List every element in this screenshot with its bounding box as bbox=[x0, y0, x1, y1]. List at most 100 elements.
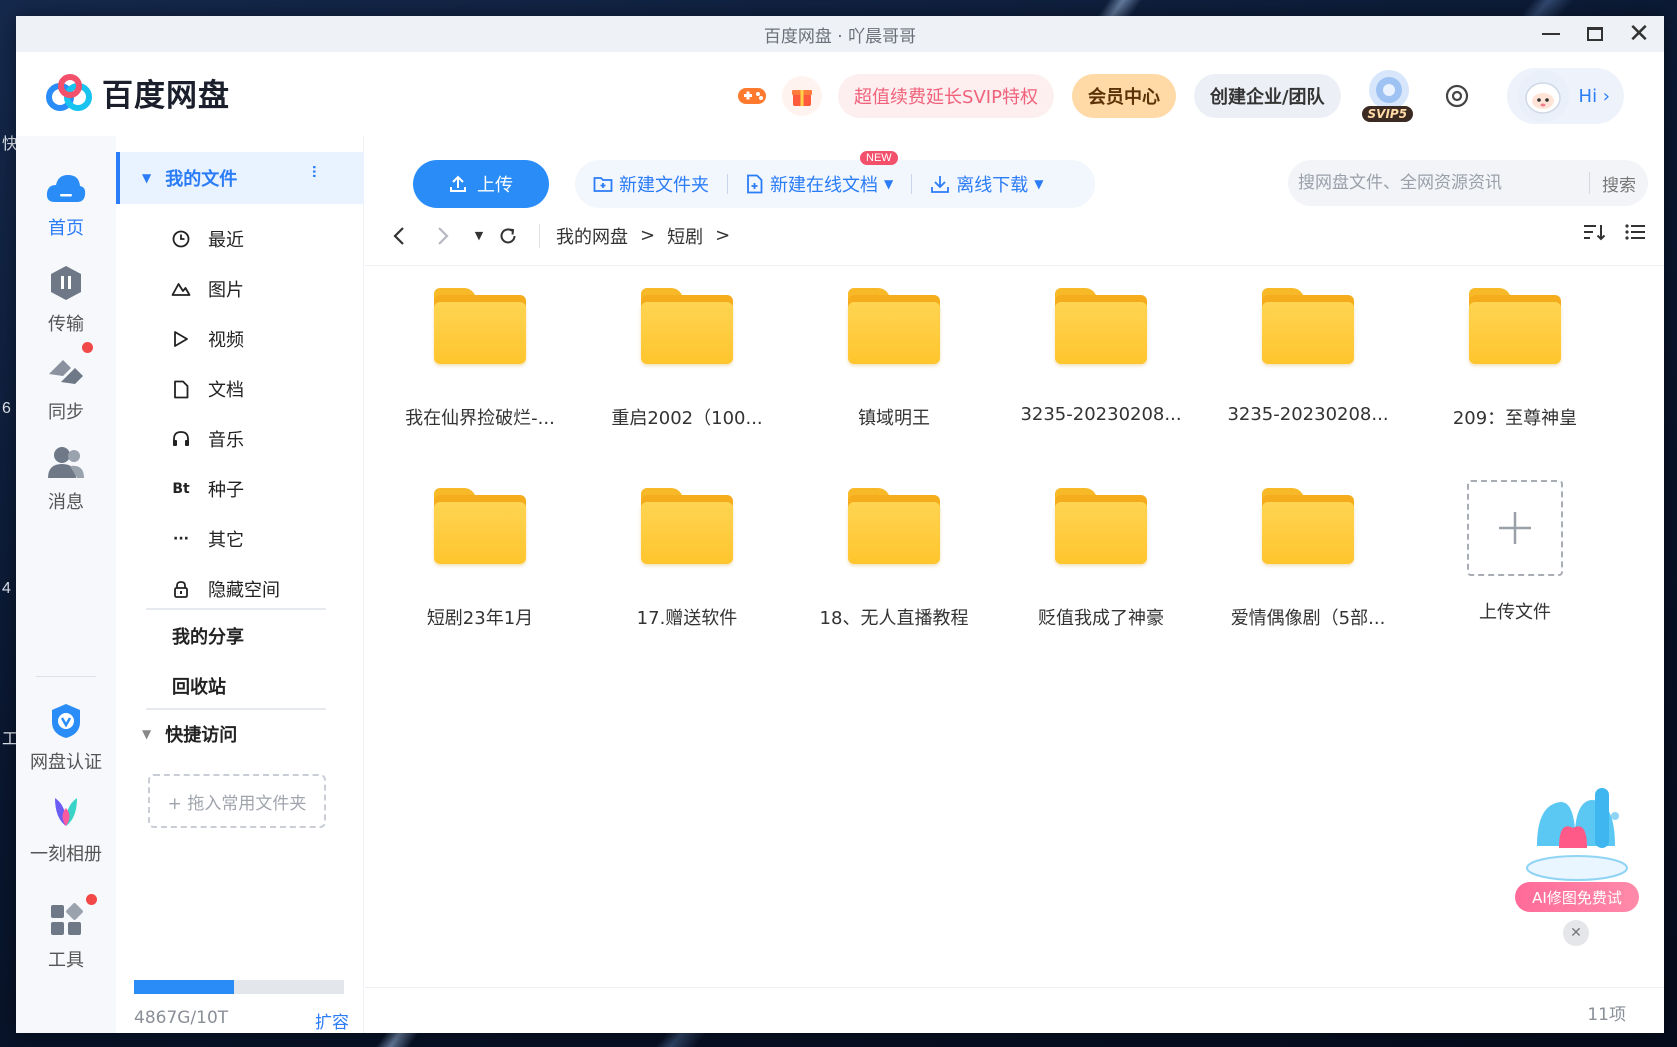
list-view-button[interactable] bbox=[1624, 222, 1646, 242]
gamepad-icon bbox=[738, 88, 767, 104]
search-input[interactable] bbox=[1288, 173, 1589, 193]
toolbar: 上传 新建文件夹 新建在线文档 ▼ NEW 离线下载 ▼ 搜网盘文件、全网资源资… bbox=[365, 136, 1664, 208]
folder-item[interactable]: 短剧23年1月 bbox=[395, 486, 565, 656]
upload-file-tile[interactable]: 上传文件 bbox=[1430, 480, 1600, 656]
nav-label-album: 一刻相册 bbox=[30, 844, 102, 865]
maximize-icon bbox=[1587, 27, 1603, 41]
nav-item-album[interactable]: 一刻相册 bbox=[16, 794, 116, 866]
folder-icon bbox=[434, 288, 526, 370]
minimize-button[interactable] bbox=[1540, 23, 1562, 45]
gift-button[interactable] bbox=[782, 76, 823, 116]
folder-icon bbox=[848, 288, 940, 370]
folder-item[interactable]: 3235-20230208... bbox=[1223, 286, 1393, 456]
headphones-icon bbox=[170, 430, 192, 448]
sidebar-item-recycle-bin[interactable]: 回收站 bbox=[172, 673, 226, 699]
file-actions: 新建文件夹 新建在线文档 ▼ NEW 离线下载 ▼ bbox=[575, 151, 1095, 208]
folder-item[interactable]: 18、无人直播教程 bbox=[809, 486, 979, 656]
caret-down-icon: ▼ bbox=[142, 727, 152, 741]
nav-item-message[interactable]: 消息 bbox=[16, 444, 116, 514]
ai-mascot-icon[interactable] bbox=[1515, 776, 1639, 886]
settings-button[interactable] bbox=[1437, 76, 1477, 116]
close-button[interactable]: ✕ bbox=[1628, 21, 1650, 47]
list-view-icon bbox=[1625, 224, 1645, 240]
svip-renew-promo-button[interactable]: 超值续费延长SVIP特权 bbox=[838, 74, 1054, 118]
vip-center-button[interactable]: 会员中心 bbox=[1071, 74, 1176, 118]
nav-item-verify[interactable]: 网盘认证 bbox=[16, 702, 116, 774]
forward-button[interactable] bbox=[431, 221, 455, 251]
sort-icon bbox=[1584, 225, 1606, 241]
search-button[interactable]: 搜索 bbox=[1590, 171, 1648, 196]
upload-button[interactable]: 上传 bbox=[413, 160, 549, 208]
minimize-icon bbox=[1542, 33, 1560, 35]
game-button[interactable] bbox=[732, 76, 772, 116]
sort-button[interactable] bbox=[1582, 222, 1606, 242]
back-button[interactable] bbox=[387, 221, 411, 251]
folder-item[interactable]: 贬值我成了神豪 bbox=[1016, 486, 1186, 656]
nav-item-home[interactable]: 首页 bbox=[16, 172, 116, 240]
nav-item-sync[interactable]: 同步 bbox=[16, 342, 116, 424]
folder-item[interactable]: 17.赠送软件 bbox=[602, 486, 772, 656]
breadcrumb-separator[interactable]: > bbox=[715, 225, 730, 246]
user-profile-button[interactable]: Hi › bbox=[1506, 68, 1624, 124]
verify-icon bbox=[52, 704, 80, 738]
folder-icon bbox=[641, 488, 733, 570]
sidebar-item-recent[interactable]: 最近 bbox=[116, 216, 364, 262]
ai-widget-close-button[interactable]: ✕ bbox=[1563, 920, 1589, 946]
new-online-doc-button[interactable]: 新建在线文档 ▼ NEW bbox=[728, 151, 911, 197]
offline-download-button[interactable]: 离线下载 ▼ bbox=[912, 171, 1061, 197]
sidebar-item-my-share[interactable]: 我的分享 bbox=[172, 623, 244, 649]
folder-icon bbox=[1262, 288, 1354, 370]
breadcrumb-current[interactable]: 短剧 bbox=[667, 223, 703, 249]
maximize-button[interactable] bbox=[1584, 23, 1606, 45]
new-folder-button[interactable]: 新建文件夹 bbox=[575, 171, 727, 197]
folder-icon bbox=[1055, 288, 1147, 370]
nav-label-sync: 同步 bbox=[48, 402, 84, 423]
nav-divider bbox=[36, 676, 96, 677]
folder-item[interactable]: 209：至尊神皇 bbox=[1430, 286, 1600, 456]
sidebar-item-hidden-space[interactable]: 隐藏空间 bbox=[116, 566, 364, 612]
ai-retouch-button[interactable]: AI修图免费试 bbox=[1515, 882, 1639, 912]
nav-item-transfer[interactable]: 传输 bbox=[16, 264, 116, 336]
caret-down-icon: ▼ bbox=[1034, 177, 1044, 191]
folder-name: 镇域明王 bbox=[858, 408, 930, 429]
sidebar-item-music[interactable]: 音乐 bbox=[116, 416, 364, 462]
sidebar-item-other[interactable]: ··· 其它 bbox=[116, 516, 364, 562]
title-bar: 百度网盘 · 吖晨哥哥 ✕ bbox=[16, 16, 1664, 52]
upload-label: 上传 bbox=[477, 175, 513, 196]
sidebar-item-my-files[interactable]: ▼ 我的文件 ··· bbox=[116, 152, 364, 204]
history-dropdown-button[interactable]: ▼ bbox=[469, 221, 489, 251]
folder-icon bbox=[848, 488, 940, 570]
nav-item-tools[interactable]: 工具 bbox=[16, 894, 116, 972]
folder-item[interactable]: 镇域明王 bbox=[809, 286, 979, 456]
image-icon bbox=[170, 281, 192, 297]
sidebar-item-videos[interactable]: 视频 bbox=[116, 316, 364, 362]
quick-access-dropzone[interactable]: + 拖入常用文件夹 bbox=[148, 774, 326, 828]
bt-icon: Bt bbox=[172, 481, 190, 497]
my-files-label: 我的文件 bbox=[165, 169, 238, 190]
more-dots-icon: ··· bbox=[173, 531, 189, 547]
folder-item[interactable]: 我在仙界捡破烂-... bbox=[395, 286, 565, 456]
sidebar-item-torrents[interactable]: Bt 种子 bbox=[116, 466, 364, 512]
logo[interactable]: 百度网盘 bbox=[44, 70, 230, 115]
album-icon bbox=[55, 798, 77, 826]
close-icon: ✕ bbox=[1570, 925, 1582, 941]
sidebar-item-label: 音乐 bbox=[208, 430, 244, 451]
sidebar-divider bbox=[146, 608, 326, 610]
sidebar-item-docs[interactable]: 文档 bbox=[116, 366, 364, 412]
expand-storage-link[interactable]: 扩容 bbox=[315, 1008, 349, 1033]
folder-name: 17.赠送软件 bbox=[636, 608, 738, 629]
quick-access-header[interactable]: ▼ 快捷访问 bbox=[142, 721, 237, 747]
play-icon bbox=[170, 330, 192, 348]
refresh-button[interactable] bbox=[495, 221, 521, 251]
folder-item[interactable]: 重启2002（100... bbox=[602, 286, 772, 456]
create-team-button[interactable]: 创建企业/团队 bbox=[1193, 74, 1341, 118]
notification-dot bbox=[86, 894, 97, 905]
ai-retouch-widget: AI修图免费试 ✕ bbox=[1515, 776, 1643, 946]
breadcrumb-root[interactable]: 我的网盘 bbox=[556, 223, 628, 249]
more-vertical-icon[interactable]: ··· bbox=[302, 164, 326, 177]
svip-avatar-badge[interactable]: SVIP5 bbox=[1359, 68, 1419, 124]
folder-item[interactable]: 3235-20230208... bbox=[1016, 286, 1186, 456]
folder-item[interactable]: 爱情偶像剧（5部... bbox=[1223, 486, 1393, 656]
sidebar-item-images[interactable]: 图片 bbox=[116, 266, 364, 312]
settings-icon bbox=[1445, 84, 1468, 108]
